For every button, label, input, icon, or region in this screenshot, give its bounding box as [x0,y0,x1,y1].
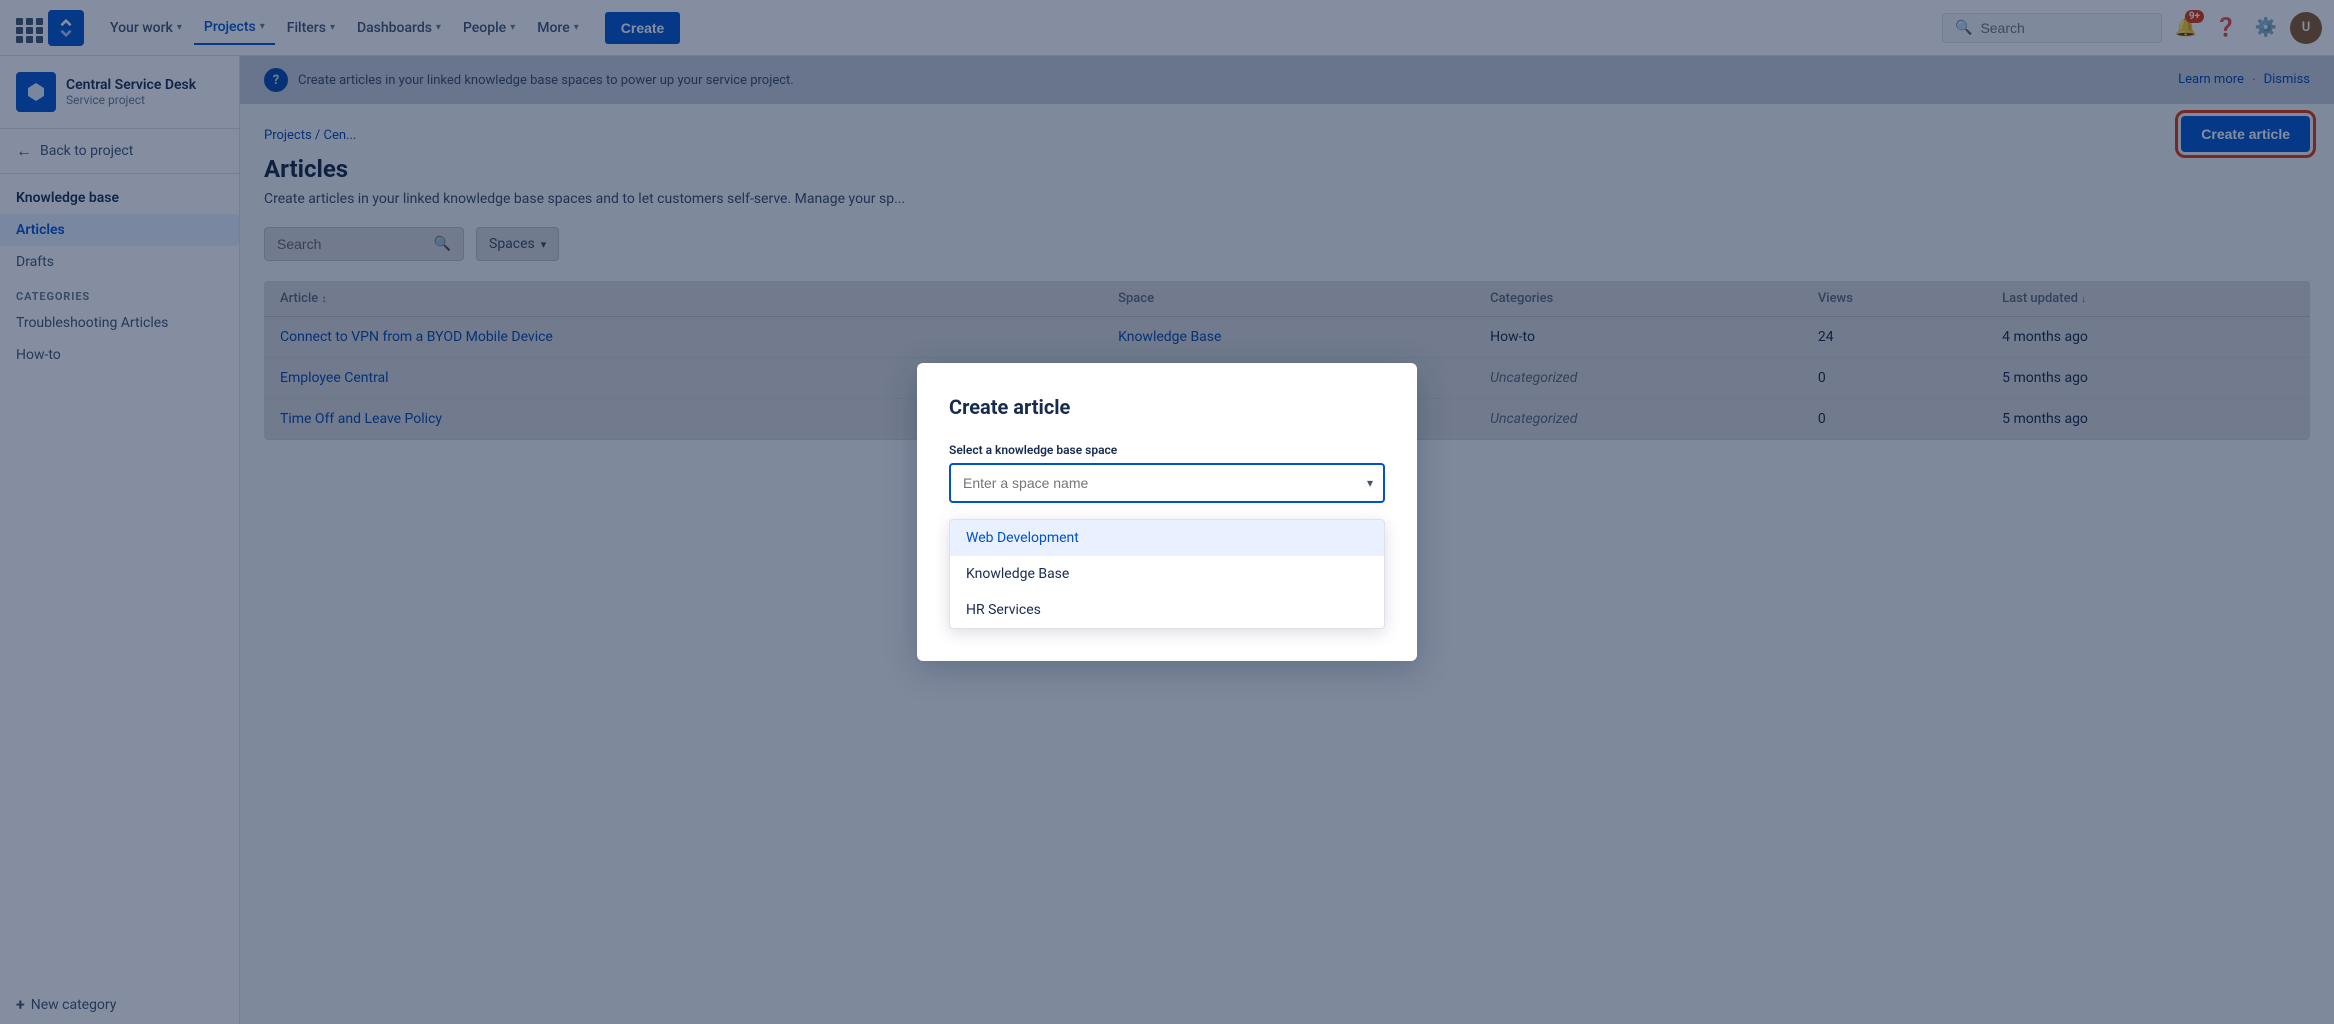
create-article-modal: Create article Select a knowledge base s… [917,363,1417,661]
main-layout: Central Service Desk Service project ← B… [0,56,2334,1024]
dropdown-item-web-development[interactable]: Web Development [950,520,1384,556]
dropdown-item-knowledge-base[interactable]: Knowledge Base [950,556,1384,592]
modal-label: Select a knowledge base space [949,443,1385,457]
modal-title: Create article [949,395,1385,419]
space-dropdown-list: Web Development Knowledge Base HR Servic… [949,519,1385,629]
main-content: ? Create articles in your linked knowled… [240,56,2334,1024]
dropdown-item-hr-services[interactable]: HR Services [950,592,1384,628]
modal-overlay: Create article Select a knowledge base s… [240,56,2334,1024]
space-name-input[interactable] [949,463,1385,503]
modal-select-wrapper: ▾ [949,463,1385,503]
